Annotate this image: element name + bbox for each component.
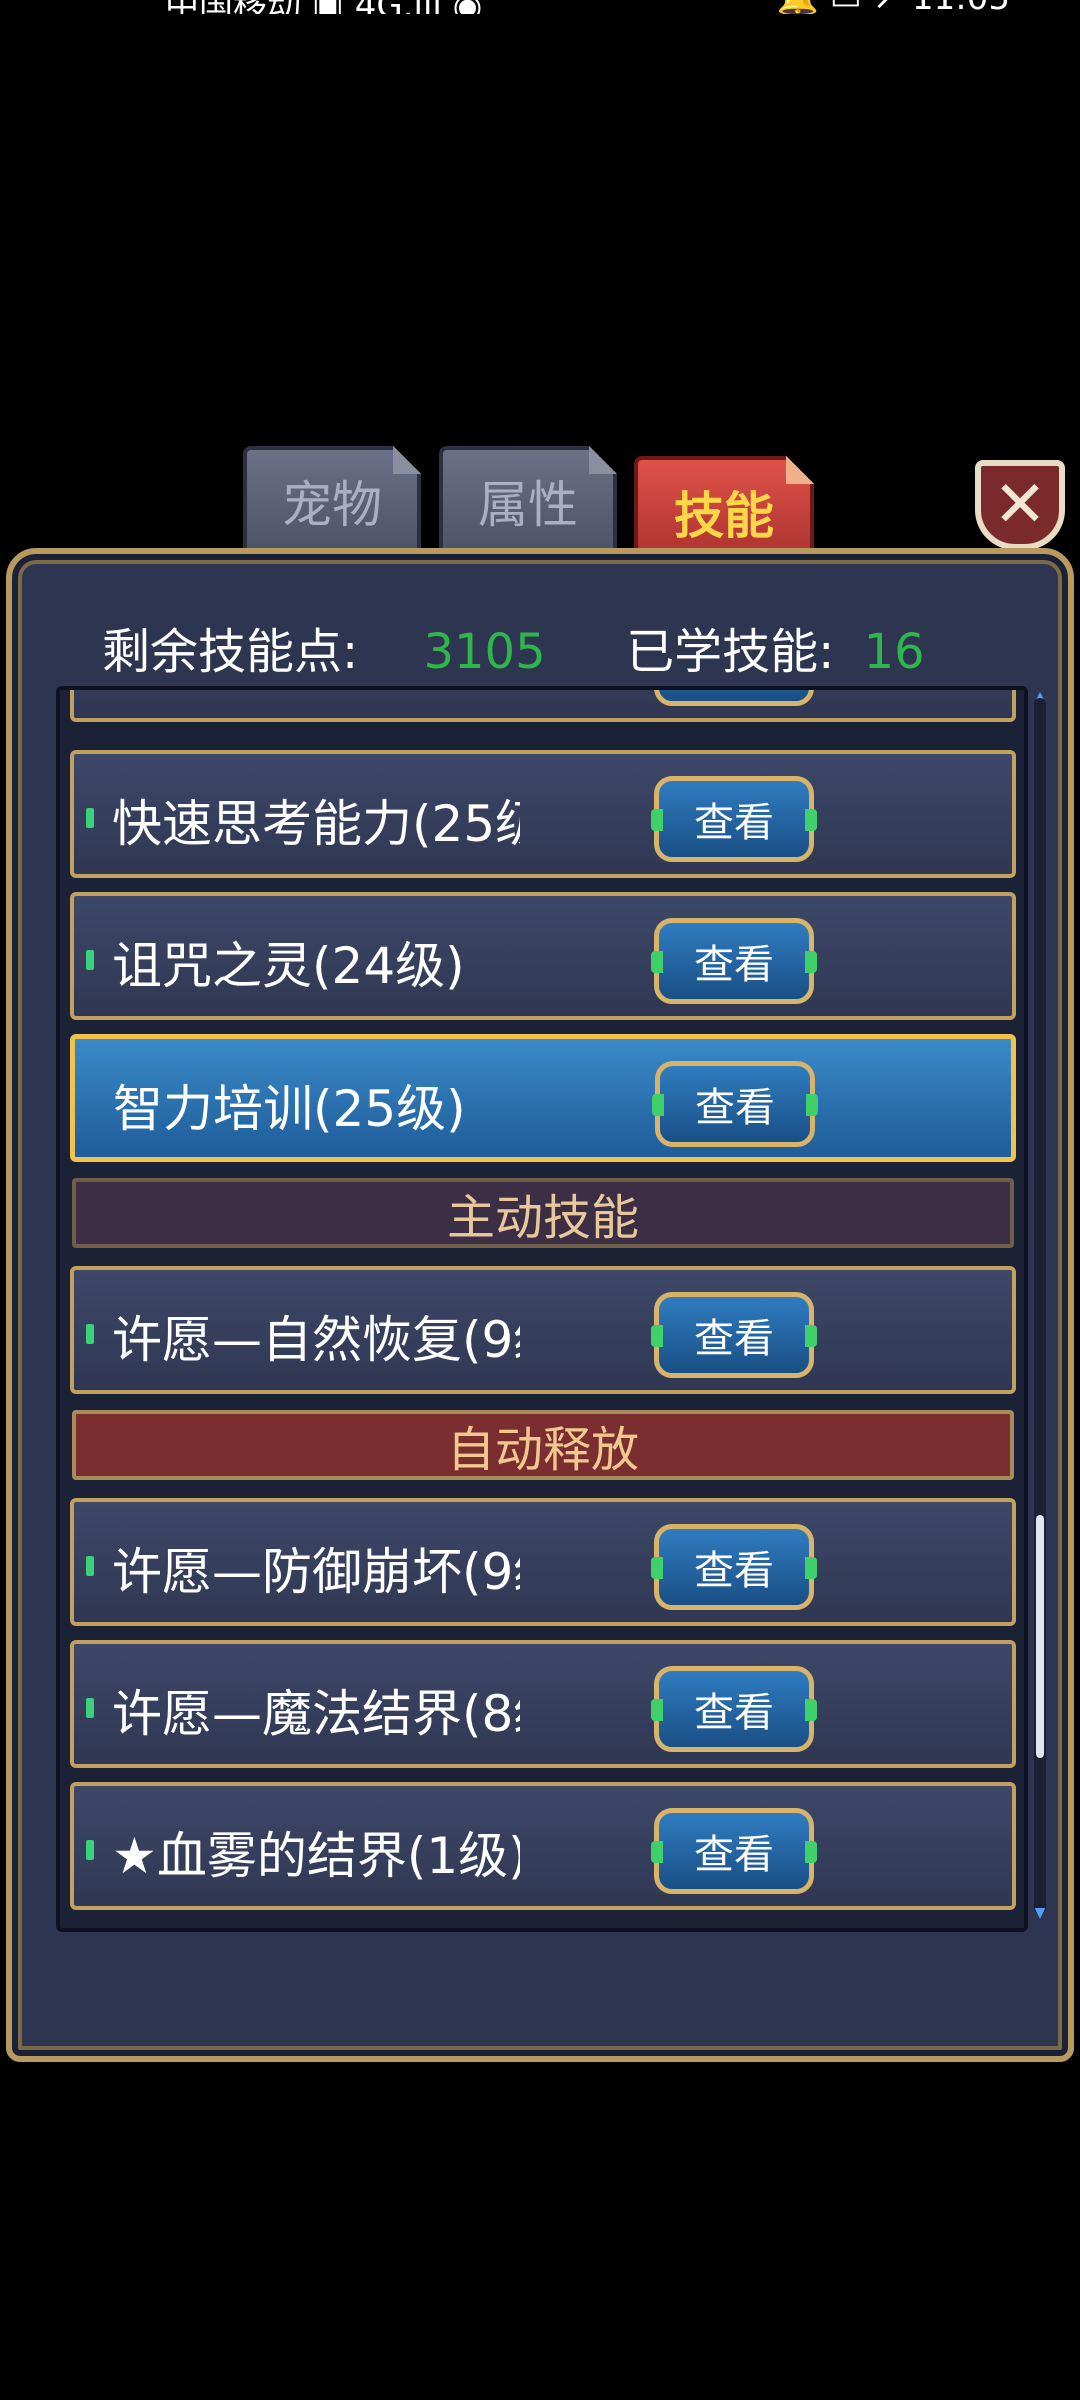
indicator-icon bbox=[86, 1840, 94, 1860]
skill-name: 诅咒之灵(24级) bbox=[112, 937, 465, 995]
tab-attributes[interactable]: 属性 bbox=[439, 446, 617, 556]
skill-summary: 剩余技能点: 3105 已学技能: 16 bbox=[102, 612, 925, 682]
scrollbar-thumb[interactable] bbox=[1036, 1515, 1044, 1758]
list-item-partial[interactable]: 查看 bbox=[70, 690, 1016, 722]
section-header-auto-cast: 自动释放 bbox=[72, 1410, 1014, 1480]
skill-name: 智力培训(25级) bbox=[113, 1080, 466, 1138]
view-button[interactable]: 查看 bbox=[651, 776, 817, 862]
view-button-label: 查看 bbox=[694, 1316, 774, 1362]
section-title: 主动技能 bbox=[446, 1190, 639, 1246]
section-title: 自动释放 bbox=[446, 1422, 639, 1478]
view-button[interactable]: 查看 bbox=[651, 1292, 817, 1378]
indicator-icon bbox=[86, 1556, 94, 1576]
view-button[interactable]: 查看 bbox=[652, 1061, 818, 1147]
indicator-icon bbox=[86, 808, 94, 828]
view-button[interactable]: 查看 bbox=[651, 1808, 817, 1894]
corner-fold-icon bbox=[589, 446, 617, 474]
view-button[interactable]: 查看 bbox=[651, 1666, 817, 1752]
list-item[interactable]: 诅咒之灵(24级) 查看 bbox=[70, 892, 1016, 1020]
system-status: 🔔 ▭ ↗ 11:05 bbox=[777, 0, 1010, 14]
remaining-points-label: 剩余技能点: bbox=[102, 624, 359, 680]
list-item[interactable]: 许愿—魔法结界(8级) 查看 bbox=[70, 1640, 1016, 1768]
indicator-icon bbox=[86, 950, 94, 970]
view-button-label: 查看 bbox=[694, 1690, 774, 1736]
corner-fold-icon bbox=[393, 446, 421, 474]
skill-name: 许愿—自然恢复(9级) bbox=[112, 1311, 520, 1369]
close-button[interactable]: ✕ bbox=[975, 460, 1065, 550]
tab-label: 宠物 bbox=[282, 476, 382, 534]
indicator-icon bbox=[86, 1324, 94, 1344]
status-bar: 中国移动 ▣ 4G.ıll ◉ 🔔 ▭ ↗ 11:05 bbox=[0, 0, 1080, 14]
view-button-label: 查看 bbox=[694, 1832, 774, 1878]
skill-list[interactable]: 查看 快速思考能力(25级) 查看 诅咒之灵(24级) 查看 智力培训(25级)… bbox=[56, 686, 1028, 1932]
list-item-selected[interactable]: 智力培训(25级) 查看 bbox=[70, 1034, 1016, 1162]
remaining-points-value: 3105 bbox=[423, 624, 546, 680]
view-button[interactable]: 查看 bbox=[654, 690, 814, 706]
carrier-info: 中国移动 ▣ 4G.ıll ◉ bbox=[165, 0, 482, 14]
skill-name: 许愿—魔法结界(8级) bbox=[112, 1685, 520, 1743]
list-item[interactable]: 许愿—自然恢复(9级) 查看 bbox=[70, 1266, 1016, 1394]
skill-name: ★血雾的结界(1级) bbox=[112, 1827, 520, 1885]
corner-fold-icon bbox=[786, 456, 814, 484]
section-header-active-skills: 主动技能 bbox=[72, 1178, 1014, 1248]
close-icon: ✕ bbox=[993, 468, 1047, 542]
view-button-label: 查看 bbox=[695, 1085, 775, 1131]
tab-label: 技能 bbox=[674, 487, 774, 545]
view-button[interactable]: 查看 bbox=[651, 918, 817, 1004]
skill-name: 快速思考能力(25级) bbox=[112, 795, 520, 853]
list-item[interactable]: 许愿—防御崩坏(9级) 查看 bbox=[70, 1498, 1016, 1626]
list-item[interactable]: 快速思考能力(25级) 查看 bbox=[70, 750, 1016, 878]
learned-skills-value: 16 bbox=[863, 624, 925, 680]
view-button-label: 查看 bbox=[694, 690, 774, 692]
indicator-icon bbox=[86, 1698, 94, 1718]
tab-label: 属性 bbox=[478, 476, 578, 534]
skill-name: 许愿—防御崩坏(9级) bbox=[112, 1543, 520, 1601]
view-button-label: 查看 bbox=[694, 942, 774, 988]
learned-skills-label: 已学技能: bbox=[626, 624, 835, 680]
view-button-label: 查看 bbox=[694, 1548, 774, 1594]
view-button[interactable]: 查看 bbox=[651, 1524, 817, 1610]
list-item[interactable]: ★血雾的结界(1级) 查看 bbox=[70, 1782, 1016, 1910]
view-button-label: 查看 bbox=[694, 800, 774, 846]
scroll-down-icon[interactable]: ▼ bbox=[1034, 1906, 1046, 1920]
tab-pet[interactable]: 宠物 bbox=[243, 446, 421, 556]
